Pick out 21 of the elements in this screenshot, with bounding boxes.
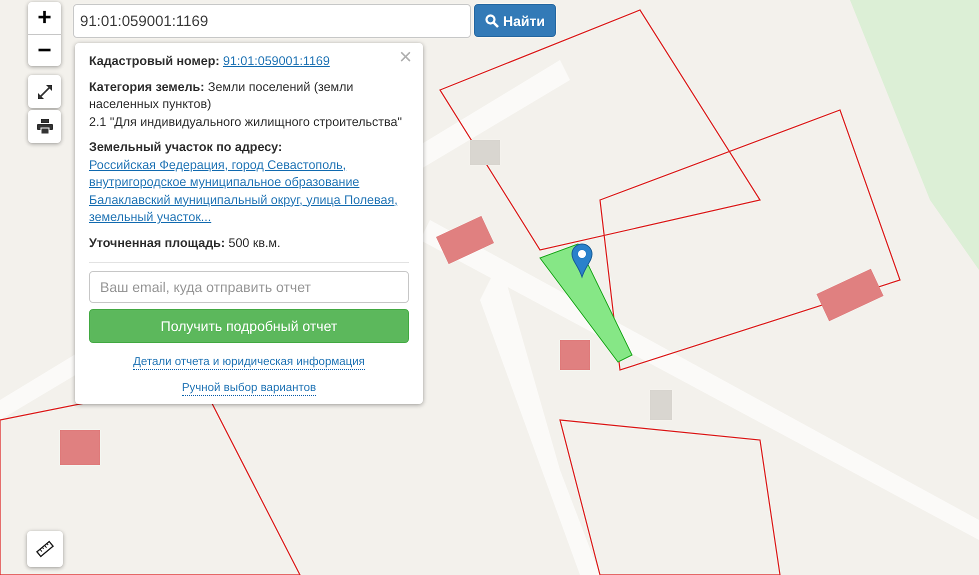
print-button[interactable] [28, 110, 61, 143]
info-text: Категория земель: Земли поселений (земли населенных пунктов) 2.1 "Для индивидуального жилищного строительства" [89, 78, 403, 131]
email-field[interactable]: Ваш email, куда отправить отчет [89, 271, 409, 303]
info-link[interactable]: 91:01:059001:1169 [222, 54, 330, 68]
search-field[interactable]: 91:01:059001:1169 [73, 4, 471, 38]
zoom-out-button[interactable]: − [28, 34, 61, 66]
search-icon [485, 14, 500, 28]
ruler-icon [36, 540, 54, 558]
ruler-button[interactable] [27, 531, 63, 567]
zoom-in-button[interactable]: + [28, 2, 61, 34]
find-button[interactable]: Найти [474, 4, 556, 37]
info-text: Уточненная площадь: 500 кв.м. [89, 234, 282, 252]
fullscreen-button[interactable] [28, 75, 61, 108]
info-label: Земельный участок по адресу: [89, 139, 284, 156]
info-text: Кадастровый номер: 91:01:059001:1169 [89, 53, 331, 70]
info-link[interactable]: Российская Федерация, город Севастополь, внутригородское муниципальное образование Балаклавский муниципальный округ, улица Полевая, земельный участок... [89, 156, 403, 226]
print-icon [36, 119, 52, 134]
dotted-link[interactable]: Детали отчета и юридическая информация [133, 355, 365, 370]
expand-icon [36, 84, 52, 100]
dotted-link[interactable]: Ручной выбор вариантов [182, 381, 316, 396]
report-button[interactable]: Получить подробный отчет [89, 309, 409, 343]
